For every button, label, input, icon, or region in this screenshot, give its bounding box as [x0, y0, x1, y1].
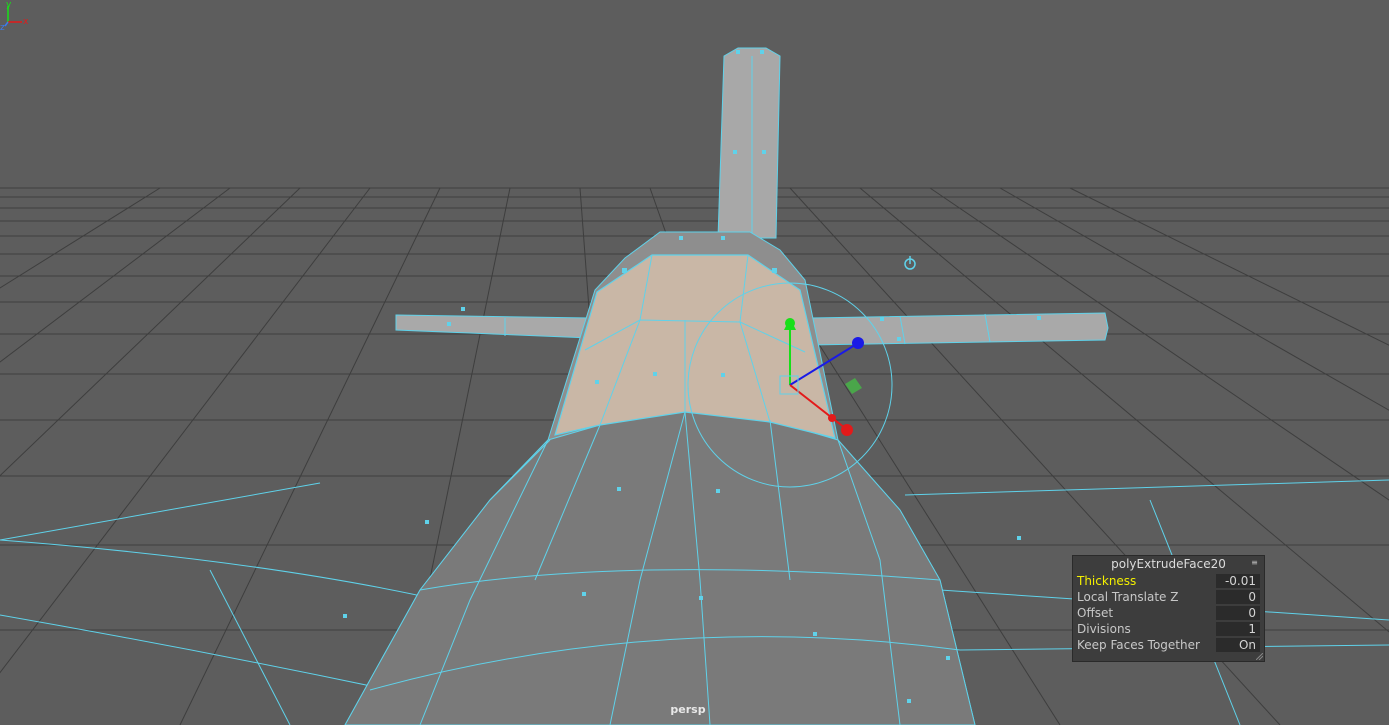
offset-label: Offset — [1077, 606, 1114, 620]
local-translate-z-label: Local Translate Z — [1077, 590, 1179, 604]
plane-handle-icon[interactable] — [845, 378, 862, 394]
keep-faces-together-label: Keep Faces Together — [1077, 638, 1200, 652]
thickness-label: Thickness — [1077, 574, 1137, 588]
hud-row-thickness[interactable]: Thickness -0.01 — [1073, 573, 1264, 589]
axis-y-label: y — [6, 0, 12, 10]
hud-row-offset[interactable]: Offset 0 — [1073, 605, 1264, 621]
axis-x-label: x — [23, 17, 29, 27]
resize-grip-icon[interactable] — [1256, 653, 1263, 660]
divisions-field[interactable]: 1 — [1216, 622, 1260, 636]
keep-faces-together-field[interactable]: On — [1216, 638, 1260, 652]
divisions-label: Divisions — [1077, 622, 1131, 636]
hud-row-local-translate-z[interactable]: Local Translate Z 0 — [1073, 589, 1264, 605]
view-axis-icon: y x z — [0, 0, 29, 33]
in-view-editor[interactable]: polyExtrudeFace20 ≡ Thickness -0.01 Loca… — [1072, 555, 1265, 662]
camera-label: persp — [670, 703, 706, 716]
z-arrow-icon[interactable] — [852, 337, 864, 349]
hud-title: polyExtrudeFace20 — [1111, 557, 1226, 571]
thickness-field[interactable]: -0.01 — [1216, 574, 1260, 588]
mast[interactable] — [717, 47, 781, 239]
offset-field[interactable]: 0 — [1216, 606, 1260, 620]
menu-icon[interactable]: ≡ — [1250, 559, 1259, 568]
hud-row-keep-faces-together[interactable]: Keep Faces Together On — [1073, 637, 1264, 653]
x-arrow-icon[interactable] — [841, 424, 853, 436]
local-translate-z-field[interactable]: 0 — [1216, 590, 1260, 604]
pivot-icon[interactable] — [904, 256, 916, 270]
axis-z-label: z — [0, 23, 5, 33]
hud-row-divisions[interactable]: Divisions 1 — [1073, 621, 1264, 637]
wing-left[interactable] — [395, 314, 591, 339]
hull-body[interactable] — [343, 231, 1041, 725]
